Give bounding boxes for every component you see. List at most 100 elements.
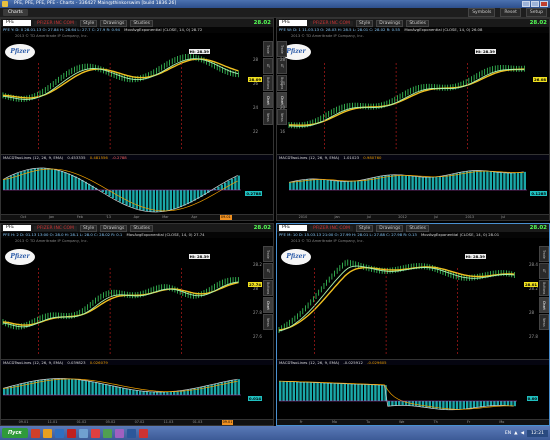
folder-icon[interactable]	[42, 428, 52, 438]
style-button[interactable]: Style	[79, 19, 98, 27]
drawings-button[interactable]: Drawings	[376, 19, 404, 27]
macd-chart[interactable]	[277, 365, 550, 419]
date-tick-label: '13	[105, 215, 111, 219]
macd-bar	[282, 381, 285, 401]
reset-button[interactable]: Reset	[500, 8, 521, 17]
macd-bar	[394, 174, 397, 190]
date-axis[interactable]: Fr Mo Tu We Th Fr Mo	[277, 419, 549, 425]
settings-icon[interactable]	[78, 428, 88, 438]
maximize-button[interactable]	[531, 1, 539, 7]
macd-bar	[408, 175, 411, 190]
chart-pane-1[interactable]: PFE PFIZER INC COM Style Drawings Studie…	[0, 18, 274, 221]
macd-bar	[350, 383, 353, 401]
date-axis[interactable]: 2010 Jan Jul 2012 Jul 2013 Jul	[277, 214, 549, 220]
price-chart[interactable]: 28.428.22827.8	[277, 238, 550, 358]
word-icon[interactable]	[126, 428, 136, 438]
ema-study-label[interactable]: MovAvgExponential (CLOSE, 14, 0) 28.01	[421, 232, 499, 237]
symbol-input[interactable]: PFE	[3, 20, 31, 26]
ema-study-label[interactable]: MovAvgExponential (CLOSE, 14, 0) 26.08	[404, 27, 482, 32]
drawings-button[interactable]: Drawings	[100, 224, 128, 232]
macd-bar	[483, 401, 486, 407]
tab-charts[interactable]: Charts	[3, 9, 28, 16]
price-chart[interactable]: 28262422	[1, 33, 274, 153]
chart-pane-3[interactable]: PFE PFIZER INC COM Style Drawings Studie…	[0, 223, 274, 426]
start-button[interactable]: Пуск	[2, 428, 28, 438]
date-tick-label: Jan	[48, 215, 55, 219]
chart-pane-2[interactable]: PFE PFIZER INC COM Style Drawings Studie…	[276, 18, 550, 221]
price-tick-label: 27.8	[253, 310, 262, 315]
macd-bar	[489, 401, 493, 406]
taskbar: Пуск EN ▲ ◀ 12:21	[0, 426, 550, 440]
macd-bar	[363, 179, 367, 190]
drawings-button[interactable]: Drawings	[100, 19, 128, 27]
macd-chart[interactable]	[277, 160, 550, 214]
macd-bar	[312, 178, 316, 190]
symbol-input[interactable]: PFE	[279, 225, 307, 231]
setup-button[interactable]: Setup	[525, 8, 547, 17]
macd-bar	[67, 378, 70, 395]
opera-icon[interactable]	[90, 428, 100, 438]
macd-bar	[360, 384, 363, 401]
symbol-input[interactable]: PFE	[279, 20, 307, 26]
macd-bar	[173, 391, 176, 395]
macd-bar	[523, 171, 526, 190]
macd-bar	[510, 401, 513, 406]
hi-label: Hi: 28.39	[188, 49, 210, 54]
symbol-input[interactable]: PFE	[3, 225, 31, 231]
date-tick-label: 05.02	[105, 420, 116, 424]
macd-chart[interactable]	[1, 160, 274, 214]
ema-study-label[interactable]: MovAvgExponential (CLOSE, 14, 0) 28.72	[124, 27, 202, 32]
price-chart[interactable]: 28.22827.827.6	[1, 238, 274, 358]
price-chart[interactable]: 28 24 20 16	[277, 33, 550, 153]
date-axis[interactable]: Oct Jan Feb '13 Apr Mar Apr 09.01	[1, 214, 273, 220]
security-name: PFIZER INC COM	[310, 225, 353, 231]
thinkorswim-icon[interactable]	[138, 428, 148, 438]
browser-icon[interactable]	[30, 428, 40, 438]
minimize-button[interactable]	[522, 1, 530, 7]
pdf-icon[interactable]	[66, 428, 76, 438]
security-name: PFIZER INC COM	[310, 20, 353, 26]
app-icon-3[interactable]	[114, 428, 124, 438]
volume-icon[interactable]: ◀	[521, 431, 524, 436]
macd-bar	[397, 174, 401, 190]
macd-bar	[387, 401, 391, 407]
macd-bar	[357, 180, 360, 190]
current-price-tag: 28.09	[247, 77, 262, 82]
close-button[interactable]	[540, 1, 548, 7]
macd-bar	[414, 176, 418, 190]
macd-bar	[503, 401, 506, 406]
language-indicator[interactable]: EN	[505, 431, 511, 436]
macd-bar	[394, 401, 397, 406]
network-icon[interactable]: ▲	[514, 431, 517, 436]
media-icon[interactable]	[54, 428, 64, 438]
pane-header: PFE PFIZER INC COM Style Drawings Studie…	[1, 224, 273, 232]
pane-header: PFE PFIZER INC COM Style Drawings Studie…	[277, 224, 549, 232]
studies-button[interactable]: Studies	[406, 224, 430, 232]
style-button[interactable]: Style	[355, 19, 374, 27]
macd-bar	[81, 179, 84, 190]
date-axis[interactable]: 09.01 11.01 01.02 05.02 07.02 11.03 01.03 09.01	[1, 419, 273, 425]
macd-bar	[431, 177, 435, 190]
price-tick-label: 24	[253, 105, 259, 110]
macd-bar	[347, 383, 350, 401]
studies-button[interactable]: Studies	[130, 19, 154, 27]
drawings-button[interactable]: Drawings	[376, 224, 404, 232]
symbols-button[interactable]: Symbols	[468, 8, 496, 17]
style-button[interactable]: Style	[355, 224, 374, 232]
studies-button[interactable]: Studies	[130, 224, 154, 232]
ema-study-label[interactable]: MovAvgExponential (CLOSE, 14, 0) 27.74	[127, 232, 205, 237]
pane-header: PFE PFIZER INC COM Style Drawings Studie…	[1, 19, 273, 27]
style-button[interactable]: Style	[79, 224, 98, 232]
macd-bar	[343, 181, 346, 190]
app-icon-2[interactable]	[102, 428, 112, 438]
macd-bar	[183, 190, 186, 206]
macd-bar	[118, 387, 121, 395]
macd-chart[interactable]	[1, 365, 274, 419]
macd-bar	[125, 190, 128, 205]
chart-pane-4[interactable]: PFE PFIZER INC COM Style Drawings Studie…	[276, 223, 550, 426]
macd-bar	[237, 175, 240, 190]
macd-bar	[333, 180, 336, 190]
clock[interactable]: 12:21	[527, 429, 548, 437]
macd-bar	[94, 382, 98, 395]
studies-button[interactable]: Studies	[406, 19, 430, 27]
